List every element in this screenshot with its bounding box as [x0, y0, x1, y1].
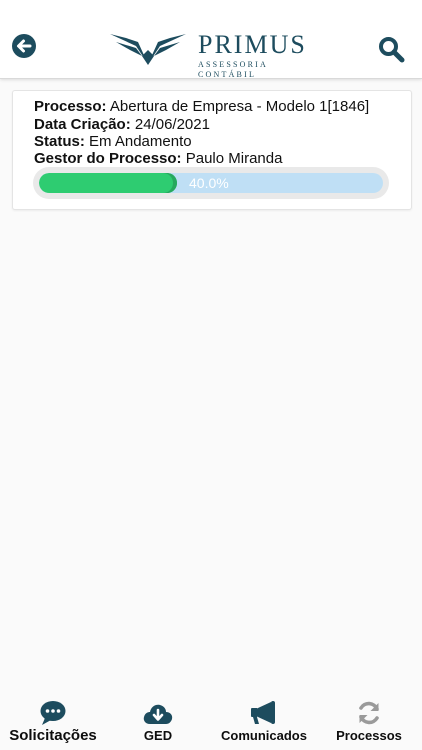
brand-tagline: ASSESSORIA CONTÁBIL: [198, 60, 268, 79]
progress-bar: 40.0%: [33, 167, 389, 199]
progress-label: 40.0%: [189, 175, 229, 191]
brand-logo: PRIMUS ASSESSORIA CONTÁBIL: [108, 30, 314, 79]
search-button[interactable]: [376, 34, 406, 64]
status-label: Status:: [34, 133, 85, 150]
app-header: PRIMUS ASSESSORIA CONTÁBIL: [0, 0, 422, 79]
status-row: Status: Em Andamento: [34, 133, 192, 151]
bottom-tab-bar: Solicitações GED Comunicados Processos: [0, 690, 422, 750]
progress-track: 40.0%: [39, 173, 383, 193]
process-card[interactable]: Processo: Abertura de Empresa - Modelo 1…: [12, 90, 412, 210]
tab-label: Solicitações: [9, 727, 97, 744]
manager-row: Gestor do Processo: Paulo Miranda: [34, 150, 282, 168]
manager-label: Gestor do Processo:: [34, 150, 182, 167]
creation-date-row: Data Criação: 24/06/2021: [34, 116, 210, 134]
chat-bubble-icon: [40, 701, 66, 725]
tab-solicitacoes[interactable]: Solicitações: [4, 690, 102, 750]
brand-name: PRIMUS: [198, 30, 307, 59]
megaphone-icon: [251, 701, 275, 724]
tab-comunicados[interactable]: Comunicados: [214, 690, 314, 750]
tab-label: GED: [143, 728, 173, 743]
tab-label: Processos: [336, 728, 402, 743]
sync-icon: [359, 701, 379, 725]
back-button[interactable]: [10, 32, 38, 60]
arrow-left-circle-icon: [12, 34, 36, 58]
tab-processos[interactable]: Processos: [328, 690, 410, 750]
tab-ged[interactable]: GED: [118, 690, 198, 750]
tab-label: Comunicados: [221, 728, 307, 743]
process-name-row: Processo: Abertura de Empresa - Modelo 1…: [34, 98, 369, 116]
status-value: Em Andamento: [89, 133, 192, 150]
creation-date-value: 24/06/2021: [134, 116, 210, 133]
progress-fill: [39, 173, 177, 193]
process-label: Processo:: [34, 98, 107, 115]
manager-value: Paulo Miranda: [185, 150, 283, 167]
process-value: Abertura de Empresa - Modelo 1[1846]: [109, 98, 370, 115]
wings-logo-icon: [110, 34, 186, 65]
cloud-download-icon: [143, 704, 173, 724]
creation-date-label: Data Criação:: [34, 116, 131, 133]
search-icon: [379, 37, 405, 63]
